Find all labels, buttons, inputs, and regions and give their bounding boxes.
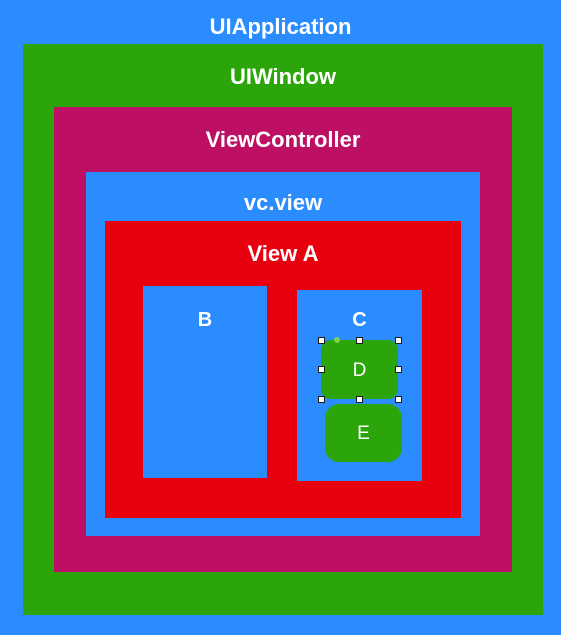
uiwindow-label: UIWindow xyxy=(229,64,337,89)
resize-handle-bottom-left[interactable] xyxy=(317,395,325,403)
resize-handle-top[interactable] xyxy=(355,336,363,344)
view-d-label: D xyxy=(352,360,367,381)
uiapplication-label: UIApplication xyxy=(209,14,352,39)
anchor-point-icon xyxy=(334,337,340,343)
resize-handle-left[interactable] xyxy=(317,365,325,373)
viewcontroller-label: ViewController xyxy=(205,127,361,152)
view-e[interactable]: E xyxy=(325,404,402,462)
resize-handle-top-left[interactable] xyxy=(317,336,325,344)
uiapplication-layer: UIApplication UIWindow ViewController vc… xyxy=(0,0,561,635)
view-b-label: B xyxy=(197,309,213,331)
view-d[interactable]: D xyxy=(321,340,398,399)
resize-handle-right[interactable] xyxy=(394,365,402,373)
view-b: B xyxy=(143,286,267,478)
resize-handle-bottom[interactable] xyxy=(355,395,363,403)
resize-handle-bottom-right[interactable] xyxy=(394,395,402,403)
view-a-label: View A xyxy=(247,241,319,266)
view-c-label: C xyxy=(352,309,367,331)
resize-handle-top-right[interactable] xyxy=(394,336,402,344)
vc-view-label: vc.view xyxy=(243,190,323,215)
view-e-label: E xyxy=(357,423,370,444)
